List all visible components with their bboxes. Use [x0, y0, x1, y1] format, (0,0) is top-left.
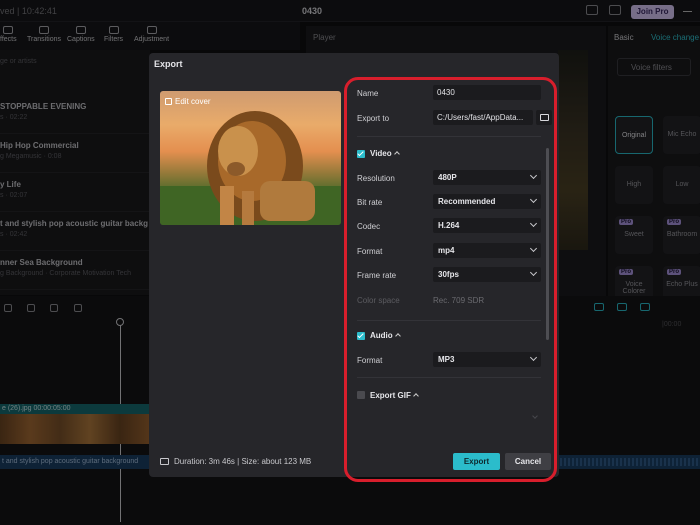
film-icon: [160, 458, 169, 465]
summary-text: Duration: 3m 46s | Size: about 123 MB: [174, 457, 312, 466]
lion-image: [160, 111, 341, 225]
dialog-title: Export: [154, 59, 183, 69]
edit-cover-label: Edit cover: [175, 97, 211, 106]
highlight-annotation: [344, 77, 557, 482]
edit-icon: [165, 98, 172, 105]
cover-thumbnail[interactable]: [160, 91, 341, 225]
export-summary: Duration: 3m 46s | Size: about 123 MB: [160, 457, 311, 466]
edit-cover-button[interactable]: Edit cover: [165, 97, 211, 106]
